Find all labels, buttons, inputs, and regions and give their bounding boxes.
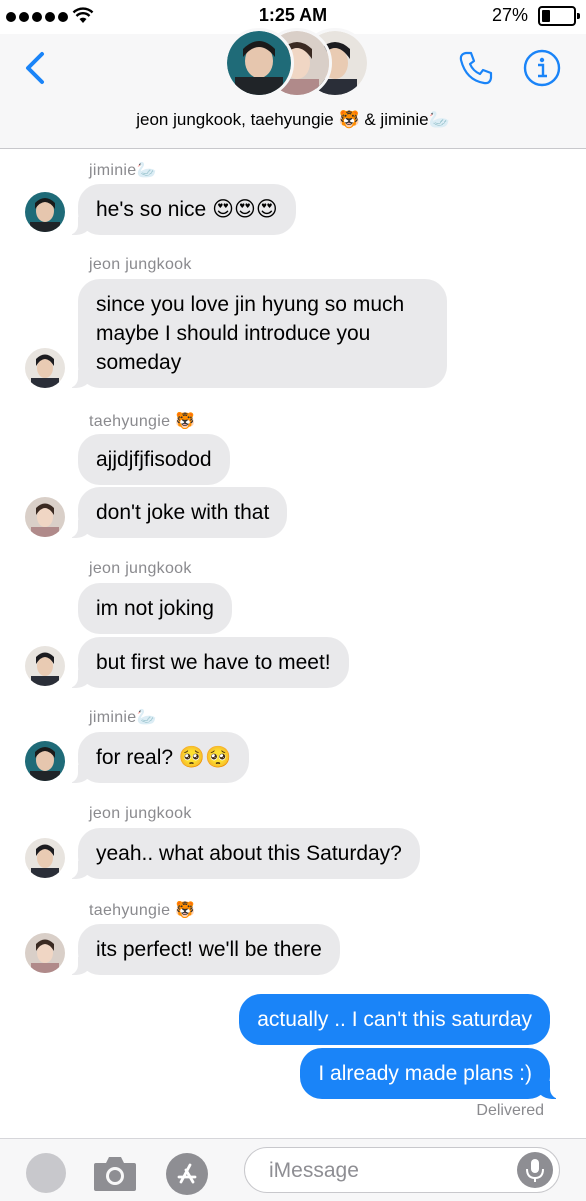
avatar-jeon-jungkook [25, 838, 65, 878]
message-text: im not joking [96, 597, 214, 620]
message-text-line: since you love jin hyung so much [96, 293, 405, 316]
avatar-jiminie [25, 192, 65, 232]
avatar-jeon-jungkook [25, 348, 65, 388]
message-text: ajjdjfjfisodod [96, 448, 212, 471]
phone-icon[interactable] [456, 48, 496, 88]
sender-label: jeon jungkook [89, 805, 192, 822]
conversation-header: jeon jungkook, taehyungie 🐯 & jiminie🦢 [0, 28, 586, 149]
info-icon[interactable] [522, 48, 562, 88]
sender-label: jeon jungkook [89, 560, 192, 577]
message-text: I already made plans :) [318, 1062, 532, 1085]
back-chevron-icon[interactable] [20, 48, 50, 88]
camera-icon[interactable] [92, 1153, 138, 1193]
message-bubble[interactable]: ajjdjfjfisodod [78, 434, 230, 485]
sender-label: taehyungie 🐯 [89, 413, 196, 430]
message-text: don't joke with that [96, 501, 270, 524]
battery-percent: 27% [491, 5, 528, 25]
battery-icon [538, 6, 580, 26]
delivery-status: Delivered [476, 1102, 544, 1119]
message-bubble-outgoing[interactable]: I already made plans :) [300, 1048, 560, 1099]
avatar-taehyungie [25, 497, 65, 537]
app-store-glyph-icon [177, 1163, 197, 1184]
message-text: but first we have to meet! [96, 651, 331, 674]
microphone-icon[interactable] [517, 1152, 553, 1188]
message-bubble[interactable]: im not joking [78, 583, 232, 634]
sender-label: taehyungie 🐯 [89, 902, 196, 919]
message-text-line: maybe I should introduce you [96, 322, 371, 345]
message-input-bar: iMessage [0, 1138, 586, 1201]
message-text: yeah.. what about this Saturday? [96, 842, 402, 865]
message-bubble[interactable]: yeah.. what about this Saturday? [68, 828, 420, 879]
sender-label: jeon jungkook [89, 256, 192, 273]
avatar-taehyungie [25, 933, 65, 973]
message-text-line: someday [96, 351, 182, 374]
sender-label: jiminie🦢 [89, 709, 157, 726]
apps-expand-icon[interactable] [26, 1153, 66, 1193]
message-bubble-outgoing[interactable]: actually .. I can't this saturday [239, 994, 550, 1045]
message-bubble[interactable]: he's so nice 😍😍😍 [68, 184, 296, 235]
avatar-jiminie [224, 28, 294, 98]
imessage-input[interactable]: iMessage [244, 1147, 560, 1193]
message-bubble[interactable]: its perfect! we'll be there [68, 924, 340, 975]
sender-label: jiminie🦢 [89, 162, 157, 179]
group-avatars[interactable] [224, 28, 370, 104]
avatar-jeon-jungkook [25, 646, 65, 686]
message-bubble[interactable]: since you love jin hyung so much maybe I… [68, 279, 447, 388]
input-placeholder: iMessage [269, 1159, 359, 1182]
app-store-icon[interactable] [166, 1153, 208, 1195]
message-bubble[interactable]: for real? 🥺🥺 [67, 732, 250, 783]
message-text: actually .. I can't this saturday [257, 1008, 532, 1031]
message-text: its perfect! we'll be there [96, 938, 322, 961]
avatar-jiminie [25, 741, 65, 781]
message-text: for real? 🥺🥺 [96, 746, 232, 769]
message-text: he's so nice 😍😍😍 [96, 198, 278, 221]
message-bubble[interactable]: don't joke with that [67, 487, 288, 538]
message-bubble[interactable]: but first we have to meet! [68, 637, 349, 688]
conversation-title[interactable]: jeon jungkook, taehyungie 🐯 & jiminie🦢 [0, 110, 586, 130]
